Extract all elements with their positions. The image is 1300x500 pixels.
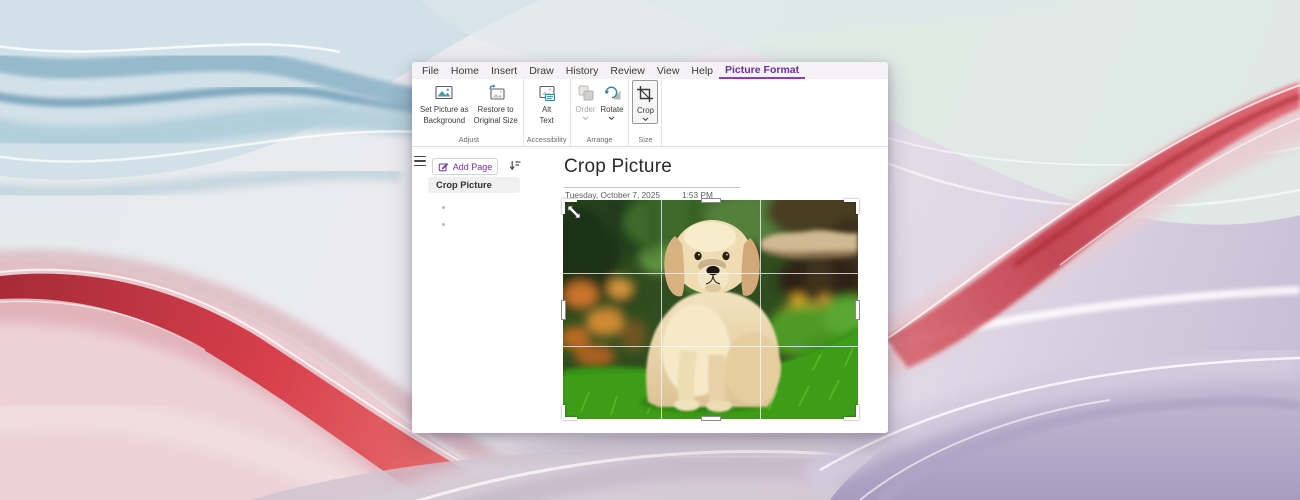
menu-view[interactable]: View: [651, 62, 686, 79]
menu-file[interactable]: File: [416, 62, 445, 79]
puppy-picture[interactable]: [561, 198, 860, 421]
page-sidebar: Add Page Crop Picture: [412, 147, 521, 433]
workspace: Add Page Crop Picture Crop Picture Tuesd…: [412, 147, 888, 433]
add-page-label: Add Page: [452, 161, 493, 172]
page-datetime: Tuesday, October 7, 2025 1:53 PM: [565, 190, 713, 200]
add-page-button[interactable]: Add Page: [432, 158, 498, 175]
ribbon-group-adjust: Set Picture as Background Restore to Ori…: [415, 79, 524, 146]
menu-home[interactable]: Home: [445, 62, 485, 79]
ribbon-group-size: Crop Size: [629, 79, 663, 146]
button-label: Order: [575, 105, 596, 114]
rotate-icon: [604, 86, 621, 100]
menu-draw[interactable]: Draw: [523, 62, 560, 79]
chevron-down-icon: [642, 117, 649, 122]
alt-text-button[interactable]: Alt Text: [535, 80, 559, 127]
button-label: Set Picture as: [420, 105, 469, 114]
crop-grid-line: [563, 346, 858, 347]
set-picture-as-background-button[interactable]: Set Picture as Background: [418, 80, 471, 127]
button-label: Background: [423, 116, 466, 126]
desktop: File Home Insert Draw History Review Vie…: [0, 0, 1300, 500]
menu-insert[interactable]: Insert: [485, 62, 523, 79]
menu-review[interactable]: Review: [604, 62, 650, 79]
order-button[interactable]: Order: [574, 80, 598, 122]
button-label: Alt: [542, 105, 552, 114]
tab-picture-format[interactable]: Picture Format: [719, 62, 806, 79]
button-label: Original Size: [473, 116, 518, 126]
alt-text-icon: [539, 85, 555, 101]
crop-grid-line: [661, 200, 662, 419]
page-list: Crop Picture: [412, 177, 520, 193]
puppy-photo: [563, 200, 858, 419]
order-icon: [578, 85, 593, 101]
page-date: Tuesday, October 7, 2025: [565, 190, 661, 200]
page-list-item-crop-picture[interactable]: Crop Picture: [428, 177, 520, 193]
chevron-down-icon: [609, 116, 615, 121]
ribbon-group-label: Size: [638, 135, 653, 144]
set-picture-background-icon: [435, 85, 453, 100]
page-list-item-untitled[interactable]: [442, 206, 445, 209]
crop-grid-line: [563, 273, 858, 274]
button-label: Text: [539, 116, 554, 126]
page-list-item-untitled[interactable]: [442, 223, 445, 226]
page-title[interactable]: Crop Picture: [564, 156, 672, 178]
crop-handle-left[interactable]: [561, 299, 566, 320]
resize-cursor-icon: [567, 205, 581, 219]
crop-handle-top-right[interactable]: [844, 199, 859, 214]
restore-to-original-size-button[interactable]: Restore to Original Size: [472, 80, 520, 127]
compose-icon: [438, 163, 448, 172]
crop-handle-right[interactable]: [855, 299, 860, 320]
chevron-down-icon: [582, 116, 589, 121]
ribbon-group-label: Accessibility: [526, 135, 567, 144]
ribbon: Set Picture as Background Restore to Ori…: [412, 79, 888, 147]
menu-help[interactable]: Help: [685, 62, 719, 79]
crop-handle-bottom-left[interactable]: [562, 405, 577, 420]
ribbon-group-arrange: Order Rotate Arrange: [571, 79, 630, 146]
button-label: Restore to: [477, 105, 514, 114]
crop-grid-line: [760, 200, 761, 419]
crop-button[interactable]: Crop: [632, 80, 659, 125]
note-canvas: Crop Picture Tuesday, October 7, 2025 1:…: [520, 147, 888, 433]
button-label: Crop: [637, 106, 654, 115]
menu-history[interactable]: History: [560, 62, 605, 79]
rotate-button[interactable]: Rotate: [599, 80, 626, 122]
ribbon-group-label: Arrange: [586, 135, 613, 144]
crop-icon: [637, 86, 654, 102]
button-label: Rotate: [600, 105, 624, 114]
crop-handle-bottom[interactable]: [700, 416, 721, 421]
restore-original-size-icon: [489, 84, 505, 100]
menubar: File Home Insert Draw History Review Vie…: [412, 62, 888, 79]
title-divider: [564, 187, 740, 188]
onenote-window: File Home Insert Draw History Review Vie…: [412, 62, 888, 433]
crop-handle-bottom-right[interactable]: [844, 405, 859, 420]
ribbon-group-accessibility: Alt Text Accessibility: [524, 79, 571, 146]
ribbon-group-label: Adjust: [458, 135, 480, 144]
crop-handle-top[interactable]: [700, 198, 721, 203]
